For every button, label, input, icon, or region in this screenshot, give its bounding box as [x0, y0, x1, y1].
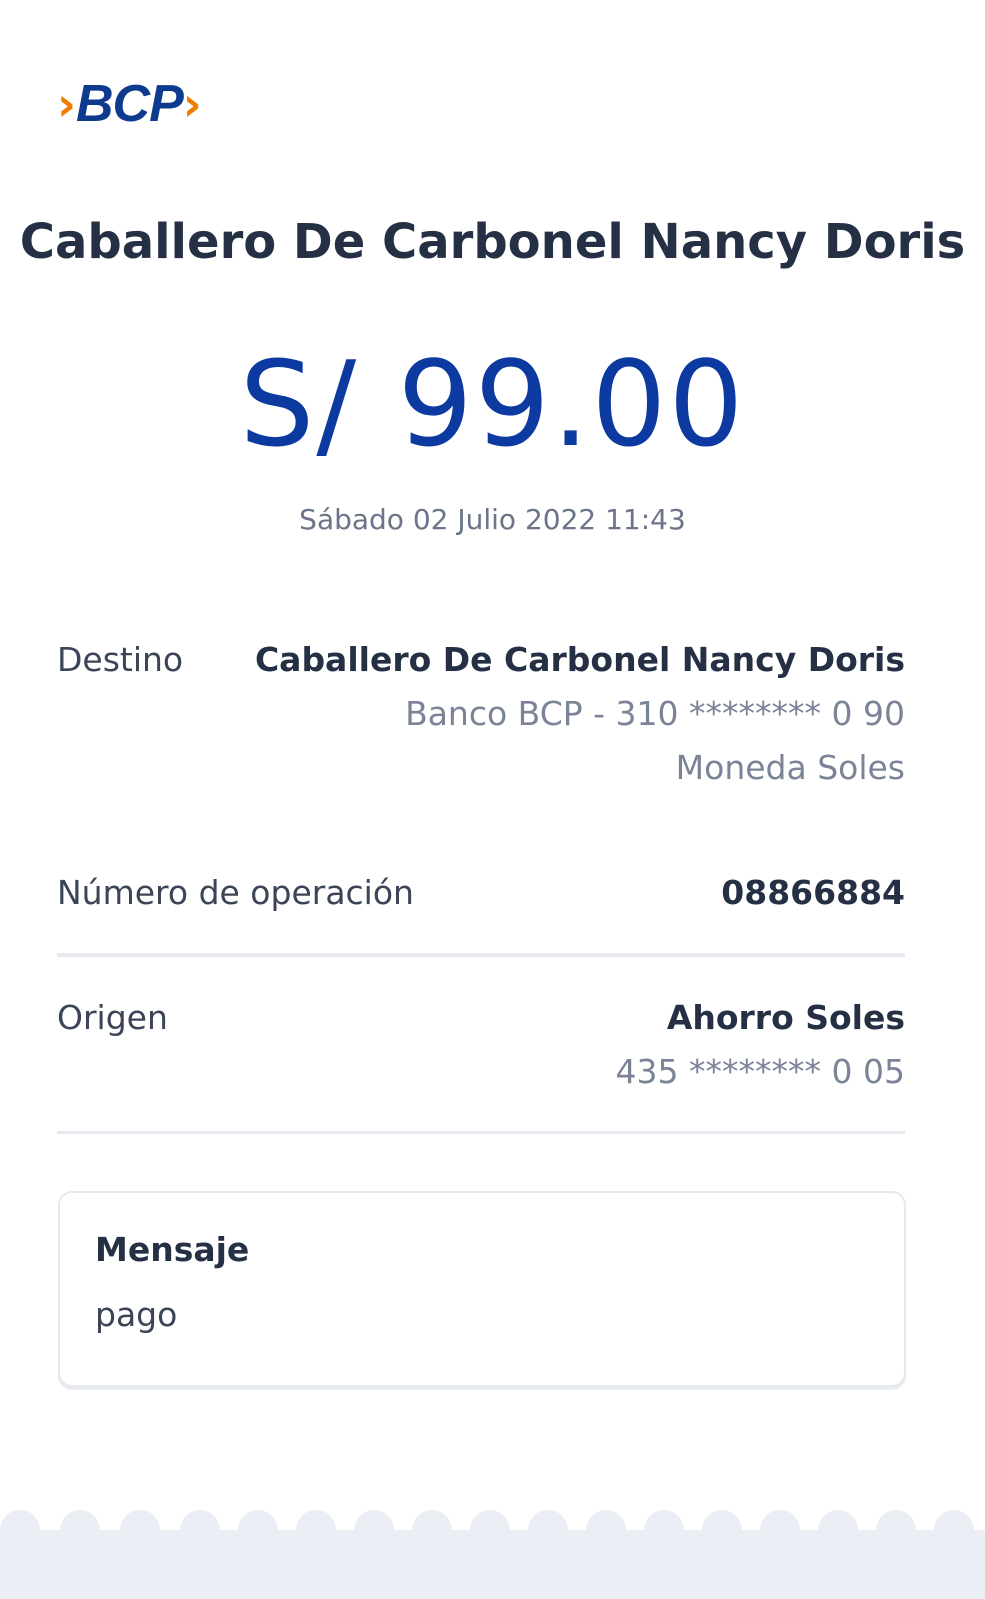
logo-wordmark: BCP: [75, 75, 184, 133]
transfer-amount: S/ 99.00: [239, 335, 746, 473]
divider: [57, 1131, 905, 1134]
bcp-logo: › BCP ›: [57, 78, 202, 130]
recipient-name-title: Caballero De Carbonel Nancy Doris: [19, 214, 966, 270]
receipt-bottom-band: [0, 1530, 985, 1599]
origen-account-type: Ahorro Soles: [666, 998, 905, 1037]
origen-label: Origen: [57, 998, 168, 1037]
divider: [57, 953, 905, 957]
destino-currency: Moneda Soles: [675, 748, 905, 787]
operation-label: Número de operación: [57, 873, 414, 912]
logo-left-chevron-icon: ›: [57, 77, 76, 131]
logo-right-chevron-icon: ›: [182, 77, 202, 131]
destino-account: Banco BCP - 310 ******** 0 90: [405, 694, 905, 733]
origen-account: 435 ******** 0 05: [615, 1052, 905, 1091]
message-title: Mensaje: [95, 1230, 250, 1269]
destino-label: Destino: [57, 640, 184, 679]
transfer-datetime: Sábado 02 Julio 2022 11:43: [299, 503, 686, 536]
message-text: pago: [95, 1295, 178, 1334]
operation-number: 08866884: [721, 873, 905, 912]
message-card: Mensaje pago: [58, 1191, 906, 1387]
destino-name: Caballero De Carbonel Nancy Doris: [254, 640, 905, 679]
